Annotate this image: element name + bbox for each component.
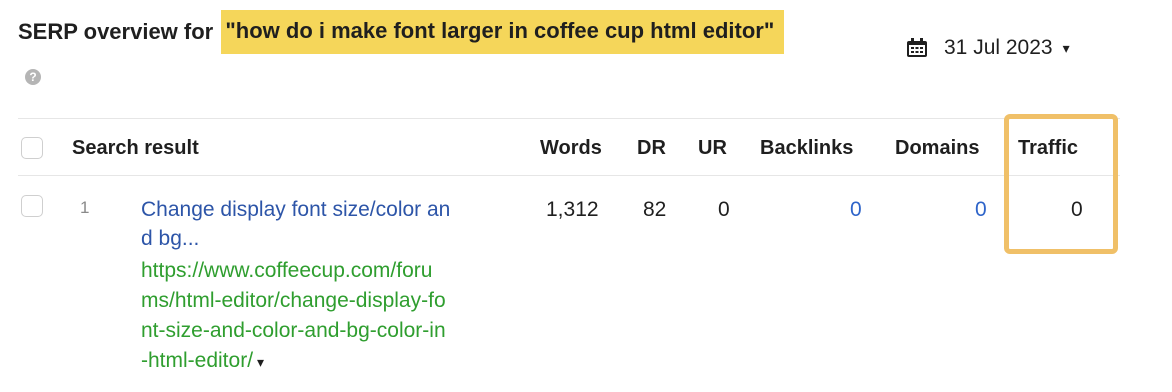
result-url-line: nt-size-and-color-and-bg-color-in: [141, 319, 446, 342]
row-checkbox[interactable]: [21, 195, 43, 217]
row-rank: 1: [80, 198, 90, 217]
traffic-column-highlight: [1004, 114, 1118, 254]
cell-ur: 0: [718, 198, 730, 221]
result-title-line: d bg...: [141, 227, 200, 250]
result-url-line: ms/html-editor/change-display-fo: [141, 289, 446, 312]
serp-title: SERP overview for "how do i make font la…: [18, 10, 785, 54]
result-url-text: -html-editor/: [141, 349, 254, 372]
column-ur[interactable]: UR: [698, 137, 727, 160]
select-all-checkbox[interactable]: [21, 137, 43, 159]
cell-dr: 82: [643, 198, 667, 221]
column-dr[interactable]: DR: [637, 137, 666, 160]
question-circle-icon[interactable]: ?: [25, 69, 41, 85]
column-backlinks[interactable]: Backlinks: [760, 137, 853, 160]
chevron-down-icon[interactable]: ▾: [257, 354, 264, 370]
cell-words: 1,312: [546, 198, 599, 221]
result-url-line: -html-editor/▾: [141, 346, 513, 377]
column-words[interactable]: Words: [540, 137, 602, 160]
date-value: 31 Jul 2023: [944, 36, 1053, 59]
column-search-result[interactable]: Search result: [72, 137, 199, 160]
result-title-line: Change display font size/color an: [141, 198, 451, 221]
cell-backlinks[interactable]: 0: [850, 198, 862, 222]
column-domains[interactable]: Domains: [895, 137, 979, 160]
result-title-link[interactable]: Change display font size/color an d bg..…: [141, 195, 513, 253]
result-url-line: https://www.coffeecup.com/foru: [141, 259, 433, 282]
divider-header: [18, 175, 1120, 176]
query-highlight: "how do i make font larger in coffee cup…: [221, 10, 785, 54]
calendar-icon: [906, 38, 928, 58]
chevron-down-icon: ▾: [1062, 39, 1070, 56]
serp-title-prefix: SERP overview for: [18, 19, 220, 44]
result-url-link[interactable]: https://www.coffeecup.com/foru ms/html-e…: [141, 256, 513, 377]
cell-domains[interactable]: 0: [975, 198, 987, 222]
divider-top: [18, 118, 1120, 119]
date-picker[interactable]: 31 Jul 2023 ▾: [906, 34, 1070, 62]
